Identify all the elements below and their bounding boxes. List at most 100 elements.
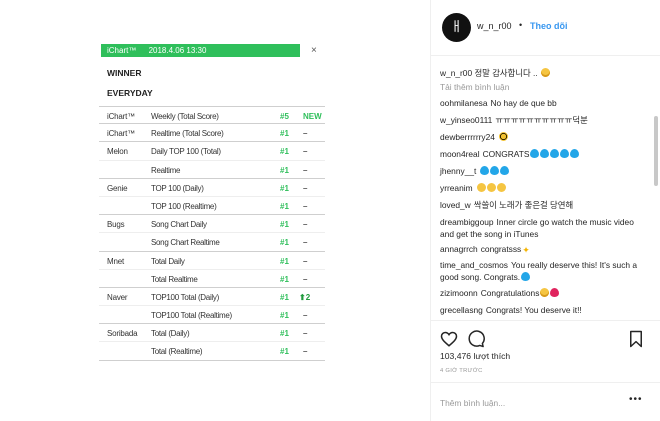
chart-service: Naver: [107, 292, 128, 302]
comment-username[interactable]: grecellasng: [440, 305, 483, 315]
chart-change: –: [303, 129, 308, 139]
comment-text: 싹쓸이 노래가 좋은걸 당연해: [473, 200, 574, 210]
comment-username[interactable]: yrreanim: [440, 183, 473, 193]
comment-item: loved_w 싹쓸이 노래가 좋은걸 당연해: [440, 199, 646, 211]
comments-list[interactable]: w_n_r00 정말 감사합니다 .. Tải thêm bình luận o…: [431, 56, 660, 320]
chart-header-bar: iChart™ 2018.4.06 13:30: [101, 44, 300, 57]
heart-outline-icon[interactable]: [440, 330, 458, 348]
comment-text: congratsss: [480, 244, 522, 254]
chart-category: TOP 100 (Realtime): [151, 201, 217, 211]
chart-service: iChart™: [107, 112, 135, 121]
comment-username[interactable]: zizimoonn: [440, 288, 478, 298]
chart-rank: #5: [280, 112, 289, 121]
chart-rank: #1: [280, 129, 289, 139]
bee-icon: [498, 132, 508, 141]
blue-heart-icon: [550, 149, 560, 158]
comment-icon[interactable]: [467, 330, 485, 348]
clapping-hands-icon: [476, 183, 486, 192]
chart-category: Total Daily: [151, 256, 185, 266]
chart-rank: #1: [280, 147, 289, 157]
caption-text: 정말 감사합니다 ..: [474, 68, 538, 78]
chart-rank: #1: [280, 274, 289, 284]
separator-dot: •: [519, 20, 523, 30]
comment-username[interactable]: dreambiggoup: [440, 217, 494, 227]
blue-heart-icon: [480, 166, 490, 175]
chart-change: –: [303, 183, 308, 193]
chart-category: Realtime (Total Score): [151, 129, 224, 139]
comment-text: ㅠㅠㅠㅠㅠㅠㅠㅠㅠㅠ덕분: [495, 115, 588, 125]
comment-username[interactable]: dewberrrrrry24: [440, 132, 495, 142]
bookmark-icon[interactable]: [627, 330, 645, 348]
comment-username[interactable]: moon4real: [440, 149, 480, 159]
chart-category: TOP 100 (Daily): [151, 183, 204, 193]
load-more-comments-link[interactable]: Tải thêm bình luận: [440, 82, 509, 92]
chart-category: Total (Daily): [151, 329, 190, 339]
post-owner-username[interactable]: w_n_r00: [477, 21, 512, 31]
add-comment-bar: •••: [431, 382, 660, 421]
chart-screenshot: iChart™ 2018.4.06 13:30 × WINNER EVERYDA…: [99, 44, 325, 369]
post-header: ㅐ w_n_r00 • Theo dõi: [431, 0, 660, 56]
chart-category: TOP100 Total (Daily): [151, 292, 219, 302]
crying-face-icon: [541, 68, 551, 77]
clapping-hands-icon: [486, 183, 496, 192]
chart-artist: WINNER: [107, 68, 142, 78]
comment-username[interactable]: oohmilanesa: [440, 98, 488, 108]
comment-item: annagrrch congratsss✦: [440, 243, 646, 256]
chart-service: Soribada: [107, 329, 138, 339]
chart-rank: #1: [280, 238, 289, 248]
chart-row: Realtime #1 –: [99, 161, 325, 179]
chart-category: TOP100 Total (Realtime): [151, 311, 232, 321]
comment-item: yrreanim: [440, 182, 646, 194]
comment-text: Congrats! You deserve it!!: [485, 305, 582, 315]
chart-change: –: [303, 165, 308, 175]
comment-username[interactable]: loved_w: [440, 200, 471, 210]
comment-username[interactable]: time_and_cosmos: [440, 260, 508, 270]
chart-row: Mnet Total Daily #1 –: [99, 252, 325, 270]
chart-change: –: [303, 201, 308, 211]
chart-rank: #1: [280, 256, 289, 266]
blue-heart-icon: [530, 149, 540, 158]
blue-heart-icon: [540, 149, 550, 158]
follow-button[interactable]: Theo dõi: [530, 21, 568, 31]
post-timestamp: 4 GIỜ TRƯỚC: [440, 368, 483, 374]
chart-row: Total (Realtime) #1 –: [99, 342, 325, 361]
more-options-icon[interactable]: •••: [629, 394, 643, 405]
chart-category: Realtime: [151, 165, 181, 175]
chart-category: Daily TOP 100 (Total): [151, 147, 221, 157]
chart-change: –: [303, 256, 308, 266]
comment-username[interactable]: annagrrch: [440, 244, 478, 254]
chart-source: iChart™: [107, 46, 137, 55]
caption-username[interactable]: w_n_r00: [440, 68, 472, 78]
comment-item: oohmilanesa No hay de que bb: [440, 97, 646, 109]
comment-item: w_yinseo0111 ㅠㅠㅠㅠㅠㅠㅠㅠㅠㅠ덕분: [440, 114, 646, 126]
chart-change: –: [303, 220, 308, 230]
chart-category: Weekly (Total Score): [151, 112, 219, 121]
like-count[interactable]: 103,476 lượt thích: [440, 351, 510, 361]
post-image-area: iChart™ 2018.4.06 13:30 × WINNER EVERYDA…: [0, 0, 431, 421]
avatar[interactable]: ㅐ: [442, 13, 471, 42]
chart-service: Genie: [107, 183, 128, 193]
comment-item: time_and_cosmos You really deserve this! …: [440, 259, 646, 283]
chart-category: Total Realtime: [151, 274, 198, 284]
chart-row: Bugs Song Chart Daily #1 –: [99, 215, 325, 234]
comment-item: grecellasng Congrats! You deserve it!!: [440, 304, 646, 316]
comments-scrollbar[interactable]: [654, 116, 658, 186]
chart-rank: #1: [280, 329, 289, 339]
chart-service: Mnet: [107, 256, 124, 266]
comment-input[interactable]: [440, 396, 625, 410]
chart-rank: #1: [280, 311, 289, 321]
chart-service: Melon: [107, 147, 128, 157]
comment-item: dreambiggoup Inner circle go watch the mu…: [440, 216, 646, 240]
comment-item: moon4real CONGRATS: [440, 148, 646, 160]
chart-change: –: [303, 329, 308, 339]
chart-row: TOP 100 (Realtime) #1 –: [99, 197, 325, 216]
comment-username[interactable]: jhenny__t: [440, 166, 476, 176]
clapping-hands-icon: [496, 183, 506, 192]
chart-row: iChart™ Weekly (Total Score) #5 NEW: [99, 106, 325, 125]
post-caption: w_n_r00 정말 감사합니다 ..: [440, 67, 645, 79]
comment-item: zizimoonn Congratulations: [440, 287, 646, 299]
chart-change: –: [303, 274, 308, 284]
chart-category: Song Chart Daily: [151, 220, 207, 230]
comment-username[interactable]: w_yinseo0111: [440, 115, 492, 125]
chart-row: Genie TOP 100 (Daily) #1 –: [99, 179, 325, 197]
